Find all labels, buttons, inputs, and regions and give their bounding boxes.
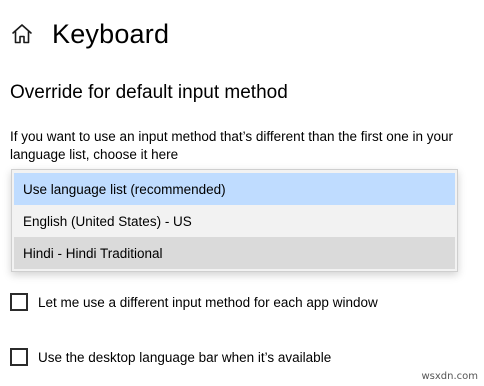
dropdown-option-english-us[interactable]: English (United States) - US <box>14 205 455 237</box>
checkbox-label: Let me use a different input method for … <box>38 294 378 310</box>
checkbox-row-per-app-input[interactable]: Let me use a different input method for … <box>10 293 378 311</box>
dropdown-option-label: Hindi - Hindi Traditional <box>23 245 163 261</box>
page-header: Keyboard <box>10 14 169 54</box>
dropdown-option-language-list[interactable]: Use language list (recommended) <box>14 173 455 205</box>
checkbox-row-desktop-language-bar[interactable]: Use the desktop language bar when it’s a… <box>10 348 331 366</box>
dropdown-option-hindi-traditional[interactable]: Hindi - Hindi Traditional <box>14 237 455 269</box>
per-app-input-checkbox[interactable] <box>10 293 28 311</box>
home-icon[interactable] <box>10 22 34 46</box>
watermark-text: wsxdn.com <box>421 371 478 382</box>
input-method-dropdown-list[interactable]: Use language list (recommended) English … <box>11 169 458 272</box>
section-heading: Override for default input method <box>10 82 288 103</box>
desktop-language-bar-checkbox[interactable] <box>10 348 28 366</box>
dropdown-option-label: Use language list (recommended) <box>23 181 226 197</box>
checkbox-label: Use the desktop language bar when it’s a… <box>38 349 332 365</box>
page-title: Keyboard <box>52 18 170 49</box>
section-description: If you want to use an input method that’… <box>10 129 454 162</box>
dropdown-option-label: English (United States) - US <box>23 213 192 229</box>
